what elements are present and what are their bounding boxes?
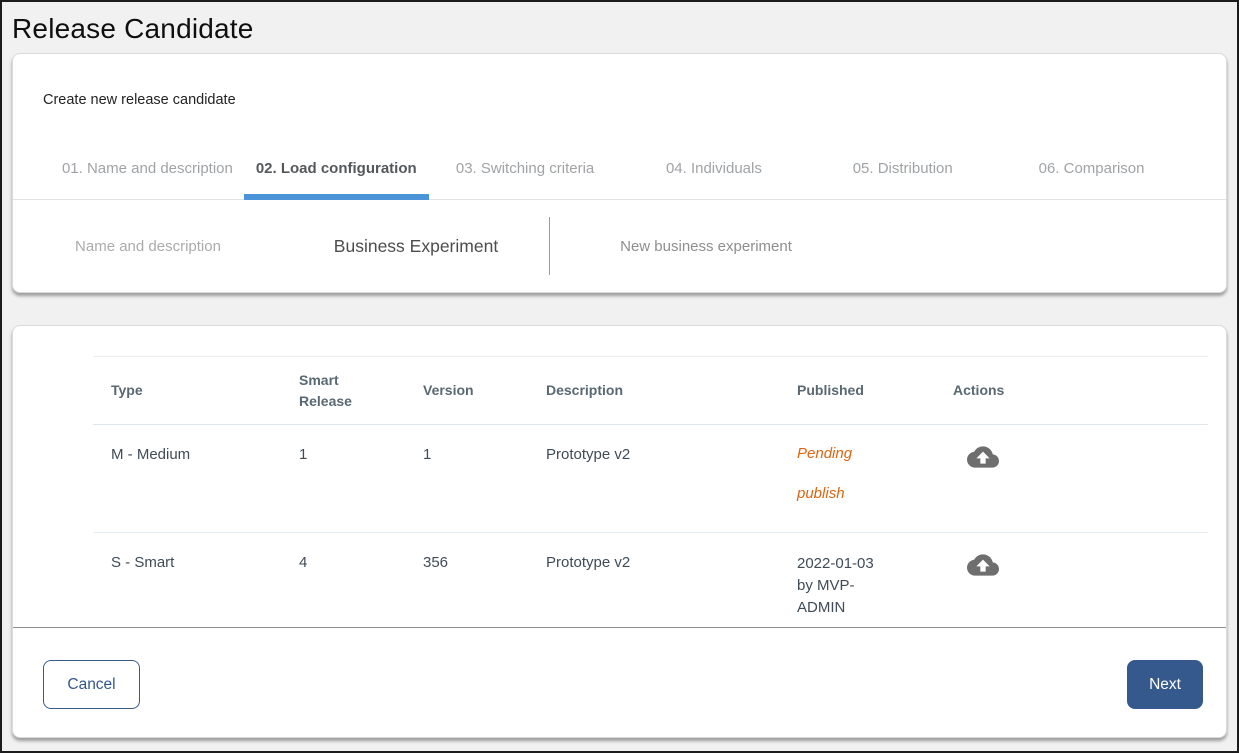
tab-distribution[interactable]: 05. Distribution xyxy=(808,148,997,199)
cloud-upload-icon xyxy=(967,569,999,584)
cell-actions xyxy=(953,425,1208,532)
wizard-tab-bar: 01. Name and description 02. Load config… xyxy=(13,148,1226,200)
sub-tab-bar: Name and description Business Experiment… xyxy=(13,200,1226,292)
subtab-name-and-description[interactable]: Name and description xyxy=(13,238,283,255)
tab-switching-criteria[interactable]: 03. Switching criteria xyxy=(431,148,620,199)
table-row: S - Smart 4 356 Prototype v2 2022-01-03 … xyxy=(93,533,1208,627)
cell-smart-release: 1 xyxy=(299,425,423,532)
column-header-type: Type xyxy=(111,380,299,401)
cell-description: Prototype v2 xyxy=(546,425,797,532)
cloud-upload-icon xyxy=(967,461,999,476)
card-footer: Cancel Next xyxy=(13,628,1226,738)
cell-actions xyxy=(953,533,1208,627)
cell-published-status: Pending publish xyxy=(797,425,912,532)
tab-load-configuration[interactable]: 02. Load configuration xyxy=(242,148,431,199)
column-header-version: Version xyxy=(423,380,546,401)
tab-comparison[interactable]: 06. Comparison xyxy=(997,148,1186,199)
table-header-row: Type Smart Release Version Description P… xyxy=(93,357,1208,425)
publish-button[interactable] xyxy=(967,441,999,473)
tab-name-and-description[interactable]: 01. Name and description xyxy=(53,148,242,199)
cell-description: Prototype v2 xyxy=(546,533,797,627)
table-row: M - Medium 1 1 Prototype v2 Pending publ… xyxy=(93,425,1208,533)
publish-button[interactable] xyxy=(967,549,999,581)
subtab-new-business-experiment[interactable]: New business experiment xyxy=(550,238,862,255)
wizard-heading: Create new release candidate xyxy=(13,54,1226,108)
subtab-business-experiment[interactable]: Business Experiment xyxy=(283,236,549,257)
next-button[interactable]: Next xyxy=(1127,660,1203,709)
cell-published-status: 2022-01-03 by MVP-ADMIN xyxy=(797,533,897,627)
experiments-card: Type Smart Release Version Description P… xyxy=(12,325,1227,738)
experiments-table: Type Smart Release Version Description P… xyxy=(93,356,1208,627)
cancel-button[interactable]: Cancel xyxy=(43,660,140,709)
wizard-card: Create new release candidate 01. Name an… xyxy=(12,53,1227,293)
page-title: Release Candidate xyxy=(12,13,1237,45)
column-header-description: Description xyxy=(546,380,797,401)
cell-version: 356 xyxy=(423,533,546,627)
column-header-actions: Actions xyxy=(953,380,1208,401)
cell-smart-release: 4 xyxy=(299,533,423,627)
cell-version: 1 xyxy=(423,425,546,532)
cell-type: M - Medium xyxy=(111,425,299,532)
column-header-smart-release: Smart Release xyxy=(299,370,414,412)
cell-type: S - Smart xyxy=(111,533,299,627)
column-header-published: Published xyxy=(797,380,953,401)
tab-individuals[interactable]: 04. Individuals xyxy=(619,148,808,199)
